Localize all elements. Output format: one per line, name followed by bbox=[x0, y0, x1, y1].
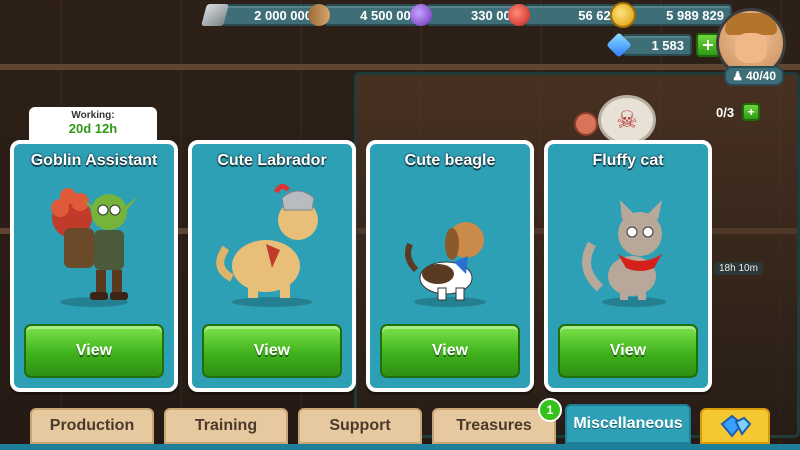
room-status-icon[interactable] bbox=[574, 112, 598, 136]
tab-treasures[interactable]: Treasures bbox=[432, 408, 556, 444]
working-time: 20d 12h bbox=[68, 121, 118, 136]
population-badge: ♟ 40/40 bbox=[724, 66, 784, 86]
fluffy-cat-illustration bbox=[582, 200, 666, 307]
add-capacity-button[interactable]: + bbox=[742, 103, 761, 121]
card-cute-labrador: Cute Labrador View bbox=[188, 140, 356, 392]
gem-amount: 1 583 bbox=[622, 34, 692, 56]
gem-shop-icon bbox=[720, 414, 752, 438]
gold-resource: 5 989 829 bbox=[610, 2, 732, 28]
person-icon: ♟ bbox=[732, 69, 743, 83]
population-count: 40/40 bbox=[745, 69, 776, 83]
iron-amount: 2 000 000 bbox=[220, 4, 320, 26]
view-button[interactable]: View bbox=[380, 324, 520, 378]
capacity-counter[interactable]: 0/3 + bbox=[716, 103, 761, 121]
wood-log-icon bbox=[308, 4, 330, 26]
card-fluffy-cat: Fluffy cat View bbox=[544, 140, 712, 392]
tab-miscellaneous[interactable]: Miscellaneous bbox=[565, 404, 691, 444]
goblin-assistant-illustration bbox=[51, 188, 138, 307]
wood-resource: 4 500 000 bbox=[308, 4, 426, 26]
card-title: Fluffy cat bbox=[592, 152, 664, 169]
card-goblin-assistant: Goblin Assistant View bbox=[10, 140, 178, 392]
tab-baseline bbox=[0, 444, 800, 450]
tab-shop[interactable] bbox=[700, 408, 770, 444]
view-button[interactable]: View bbox=[202, 324, 342, 378]
working-label: Working: bbox=[71, 110, 115, 121]
floor-line bbox=[0, 64, 800, 70]
tab-training[interactable]: Training bbox=[164, 408, 288, 444]
card-title: Cute Labrador bbox=[217, 152, 327, 169]
gold-coin-icon bbox=[610, 2, 636, 28]
treasures-notification-badge: 1 bbox=[538, 398, 562, 422]
cute-beagle-illustration bbox=[405, 222, 486, 307]
iron-resource: 2 000 000 bbox=[201, 4, 320, 26]
cute-labrador-illustration bbox=[216, 184, 318, 307]
gem-resource: 1 583 + bbox=[606, 32, 720, 58]
bottom-tab-bar: Production Training Support Treasures Mi… bbox=[0, 404, 800, 450]
card-cute-beagle: Cute beagle View bbox=[366, 140, 534, 392]
food-resource: 56 620 bbox=[508, 4, 626, 26]
apple-icon bbox=[508, 4, 530, 26]
skull-crossbones-icon[interactable]: ☠ bbox=[598, 95, 656, 145]
capacity-value: 0/3 bbox=[716, 104, 735, 120]
working-timer-panel: Working: 20d 12h bbox=[29, 107, 157, 141]
card-title: Goblin Assistant bbox=[30, 152, 158, 169]
gold-amount: 5 989 829 bbox=[630, 4, 732, 26]
view-button[interactable]: View bbox=[24, 324, 164, 378]
card-title: Cute beagle bbox=[404, 152, 496, 169]
avatar-hair bbox=[725, 13, 777, 35]
room-timer: 18h 10m bbox=[714, 262, 763, 275]
avatar-face bbox=[735, 33, 767, 63]
view-button[interactable]: View bbox=[558, 324, 698, 378]
tab-support[interactable]: Support bbox=[298, 408, 422, 444]
tab-production[interactable]: Production bbox=[30, 408, 154, 444]
potion-icon bbox=[410, 4, 432, 26]
